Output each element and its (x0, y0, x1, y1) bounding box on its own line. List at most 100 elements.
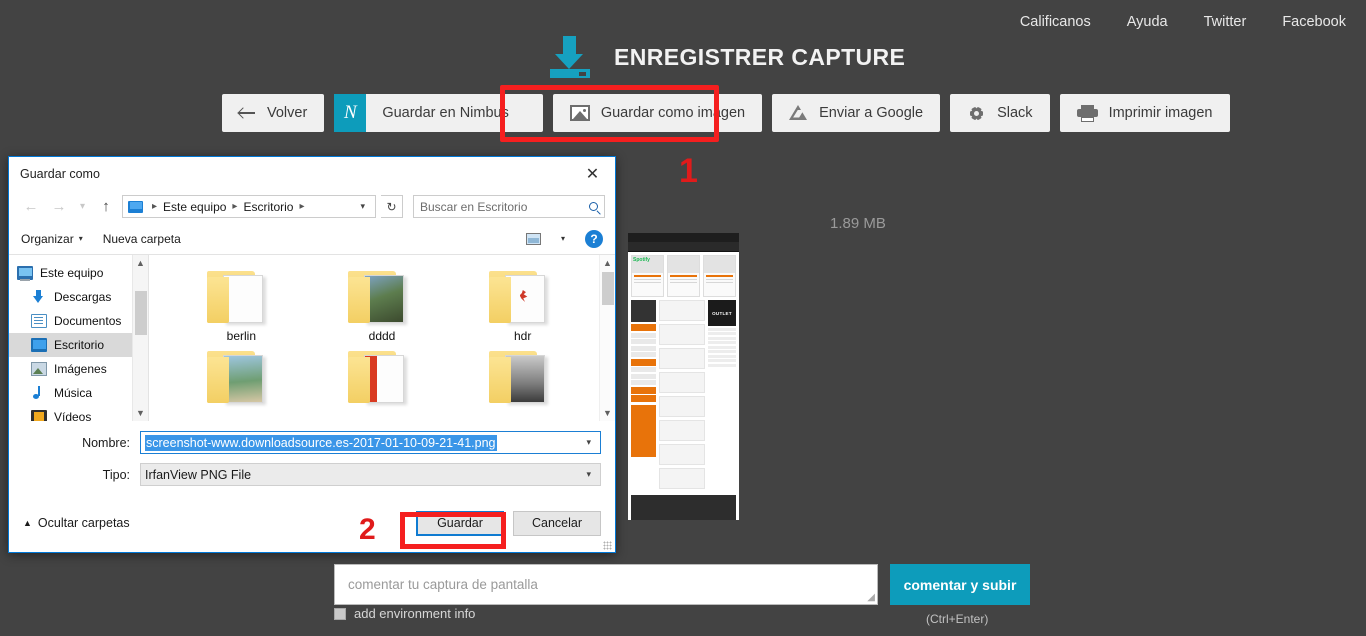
breadcrumb-item-este-equipo[interactable]: Este equipo (163, 200, 226, 214)
send-to-google-label: Enviar a Google (819, 105, 924, 121)
dialog-form: Nombre: screenshot-www.downloadsource.es… (9, 421, 615, 494)
file-item[interactable] (452, 349, 593, 409)
folder-icon (347, 349, 416, 405)
print-image-button[interactable]: Imprimir imagen (1059, 94, 1230, 132)
nav-link-twitter[interactable]: Twitter (1204, 14, 1247, 30)
search-placeholder: Buscar en Escritorio (420, 199, 528, 214)
annotation-step-1: 1 (679, 152, 698, 190)
hide-folders-toggle[interactable]: ▲ Ocultar carpetas (23, 516, 130, 530)
scroll-up-icon[interactable]: ▲ (600, 255, 615, 271)
file-list[interactable]: berlin dddd hdr ▲ ▼ (149, 255, 615, 421)
new-folder-button[interactable]: Nueva carpeta (103, 232, 181, 246)
nav-link-facebook[interactable]: Facebook (1282, 14, 1346, 30)
computer-icon (128, 200, 143, 213)
folder-icon (207, 269, 275, 325)
image-icon (569, 105, 590, 121)
file-name: berlin (226, 329, 256, 343)
dialog-button-group: Guardar Cancelar (416, 510, 601, 536)
file-name: hdr (513, 329, 532, 343)
arrow-right-icon[interactable]: → (47, 195, 71, 219)
screenshot-thumbnail[interactable]: OUTLET Spotify (628, 233, 739, 520)
save-button[interactable]: Guardar (416, 510, 504, 536)
file-grid: berlin dddd hdr (149, 255, 615, 409)
filetype-value: IrfanView PNG File (145, 467, 252, 482)
sidebar-item-este-equipo[interactable]: Este equipo (9, 261, 148, 285)
comment-input[interactable]: comentar tu captura de pantalla ◢ (334, 564, 878, 605)
comment-submit-button[interactable]: comentar y subir (890, 564, 1030, 605)
file-item[interactable] (171, 349, 312, 409)
sidebar-label: Música (54, 386, 93, 400)
sidebar-item-documentos[interactable]: Documentos (9, 309, 148, 333)
nav-link-ayuda[interactable]: Ayuda (1127, 14, 1168, 30)
back-button[interactable]: Volver (222, 94, 325, 132)
music-icon (31, 386, 47, 400)
file-list-scrollbar[interactable]: ▲ ▼ (599, 255, 615, 421)
resize-grip[interactable] (603, 541, 612, 550)
sidebar-item-descargas[interactable]: Descargas (9, 285, 148, 309)
hide-folders-label: Ocultar carpetas (37, 516, 130, 530)
refresh-icon[interactable]: ↻ (381, 195, 403, 218)
view-mode-icon[interactable] (525, 232, 541, 245)
chevron-down-icon-filetype[interactable]: ▾ (581, 469, 596, 480)
file-item[interactable]: hdr (452, 269, 593, 343)
gear-icon (967, 104, 986, 123)
file-size-label: 1.89 MB (830, 215, 886, 232)
sidebar-scrollbar[interactable]: ▲ ▼ (132, 255, 148, 421)
textarea-resize-grip[interactable]: ◢ (867, 592, 875, 603)
sidebar-item-imagenes[interactable]: Imágenes (9, 357, 148, 381)
sidebar-item-musica[interactable]: Música (9, 381, 148, 405)
slack-button[interactable]: Slack (950, 94, 1050, 132)
close-icon[interactable]: ✕ (570, 157, 615, 190)
nimbus-logo-icon: N (334, 94, 367, 132)
environment-info-checkbox[interactable] (334, 607, 346, 620)
scroll-up-icon[interactable]: ▲ (133, 255, 148, 271)
thumb-main: OUTLET (631, 300, 736, 492)
dialog-toolbar: Organizar ▾ Nueva carpeta ▾ ? (9, 223, 615, 255)
download-icon (550, 36, 590, 78)
top-nav: Calificanos Ayuda Twitter Facebook (1020, 0, 1366, 44)
file-item[interactable] (312, 349, 453, 409)
save-as-dialog: Guardar como ✕ ← → ▾ ↑ ▸ Este equipo ▸ E… (8, 156, 616, 553)
thumb-page: OUTLET (628, 252, 739, 520)
file-item[interactable]: berlin (171, 269, 312, 343)
cancel-button[interactable]: Cancelar (513, 510, 601, 536)
filename-input[interactable]: screenshot-www.downloadsource.es-2017-01… (140, 431, 601, 454)
shortcut-hint: (Ctrl+Enter) (926, 612, 989, 626)
chevron-down-icon-recent[interactable]: ▾ (75, 195, 90, 219)
action-toolbar: Volver N Guardar en Nimbus Guardar como … (222, 94, 1230, 132)
send-to-google-button[interactable]: Enviar a Google (772, 94, 941, 132)
sidebar-item-escritorio[interactable]: Escritorio (9, 333, 148, 357)
chevron-down-icon-view[interactable]: ▾ (561, 234, 565, 243)
scrollbar-thumb[interactable] (602, 272, 614, 305)
comment-placeholder: comentar tu captura de pantalla (348, 577, 538, 592)
save-to-nimbus-button[interactable]: N Guardar en Nimbus (334, 94, 543, 132)
dialog-sidebar: Este equipo Descargas Documentos Escrito… (9, 255, 149, 421)
chevron-up-icon: ▲ (23, 518, 32, 528)
documents-icon (31, 314, 47, 328)
save-as-image-button[interactable]: Guardar como imagen (552, 94, 763, 132)
arrow-up-icon[interactable]: ↑ (94, 195, 118, 219)
type-row: Tipo: IrfanView PNG File ▾ (23, 462, 601, 487)
arrow-left-icon[interactable]: ← (19, 195, 43, 219)
chevron-down-icon-filename[interactable]: ▾ (581, 437, 596, 448)
help-icon[interactable]: ? (585, 229, 603, 248)
filetype-select[interactable]: IrfanView PNG File ▾ (140, 463, 601, 486)
thumb-topbar (628, 233, 739, 242)
organize-button[interactable]: Organizar ▾ (21, 232, 83, 246)
sidebar-label: Documentos (54, 314, 122, 328)
scroll-down-icon[interactable]: ▼ (133, 405, 148, 421)
breadcrumb[interactable]: ▸ Este equipo ▸ Escritorio ▸ ▾ (122, 195, 376, 218)
chevron-down-icon-breadcrumb[interactable]: ▾ (353, 201, 372, 212)
sidebar-item-videos[interactable]: Vídeos (9, 405, 148, 421)
nav-link-calificanos[interactable]: Calificanos (1020, 14, 1091, 30)
file-item[interactable]: dddd (312, 269, 453, 343)
desktop-icon (31, 338, 47, 352)
annotation-step-2: 2 (359, 513, 376, 546)
thumb-outlet-label: OUTLET (708, 300, 736, 326)
scroll-down-icon[interactable]: ▼ (600, 405, 615, 421)
breadcrumb-item-escritorio[interactable]: Escritorio (243, 200, 293, 214)
scrollbar-thumb[interactable] (135, 291, 147, 335)
search-input[interactable]: Buscar en Escritorio (413, 195, 605, 218)
thumb-nav (628, 242, 739, 252)
pictures-icon (31, 362, 47, 376)
